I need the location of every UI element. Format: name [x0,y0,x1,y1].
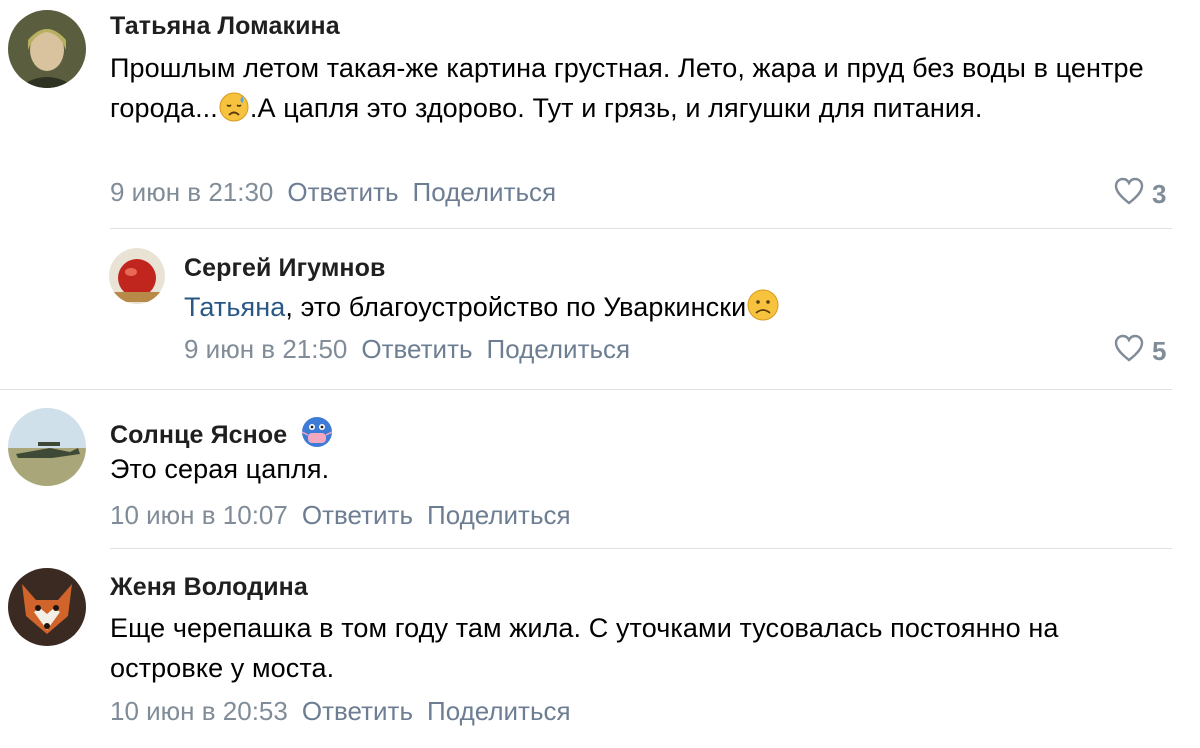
mention-link[interactable]: Татьяна [184,292,285,322]
like-button[interactable]: 5 [1114,334,1166,369]
frowning-face-emoji [746,288,780,333]
heart-outline-icon [1114,177,1144,212]
reply-button[interactable]: Ответить [287,177,398,207]
comment-date[interactable]: 9 июн в 21:50 [184,334,347,364]
comment-text: Татьяна, это благоустройство по Уваркинс… [184,287,1174,333]
share-button[interactable]: Поделиться [427,696,571,726]
divider [110,228,1172,229]
avatar[interactable] [8,408,86,486]
comment-text-part: , это благоустройство по Уваркински [285,292,747,322]
reply-button[interactable]: Ответить [302,696,413,726]
like-count: 3 [1152,179,1167,209]
reply-button[interactable]: Ответить [361,334,472,364]
comment-text: Прошлым летом такая-же картина грустная.… [110,48,1170,134]
comment-author[interactable]: Женя Володина [110,573,308,602]
comment-meta: 9 июн в 21:50 Ответить Поделиться [184,334,630,365]
share-button[interactable]: Поделиться [413,177,557,207]
comment-meta: 10 июн в 20:53 Ответить Поделиться [110,696,571,727]
divider [110,548,1172,549]
avatar[interactable] [8,10,86,88]
avatar[interactable] [8,568,86,646]
comment-date[interactable]: 10 июн в 10:07 [110,500,288,530]
like-count: 5 [1152,336,1167,366]
like-button[interactable]: 3 [1114,177,1166,212]
comment-meta: 10 июн в 10:07 Ответить Поделиться [110,500,571,531]
comment-date[interactable]: 9 июн в 21:30 [110,177,273,207]
comment-text: Еще черепашка в том году там жила. С уто… [110,613,1059,683]
author-name[interactable]: Солнце Ясное [110,421,287,449]
heart-outline-icon [1114,334,1144,369]
share-button[interactable]: Поделиться [427,500,571,530]
comment-text: Это серая цапля. [110,454,330,484]
sad-sweat-emoji [218,91,250,134]
reply-button[interactable]: Ответить [302,500,413,530]
avatar[interactable] [109,248,165,304]
comment-date[interactable]: 10 июн в 20:53 [110,696,288,726]
comment-author[interactable]: Сергей Игумнов [184,254,385,283]
share-button[interactable]: Поделиться [487,334,631,364]
comment-author[interactable]: Татьяна Ломакина [110,12,340,41]
comment-text-part: .А цапля это здорово. Тут и грязь, и ляг… [249,93,983,123]
divider [0,389,1172,390]
comment-meta: 9 июн в 21:30 Ответить Поделиться [110,177,556,208]
